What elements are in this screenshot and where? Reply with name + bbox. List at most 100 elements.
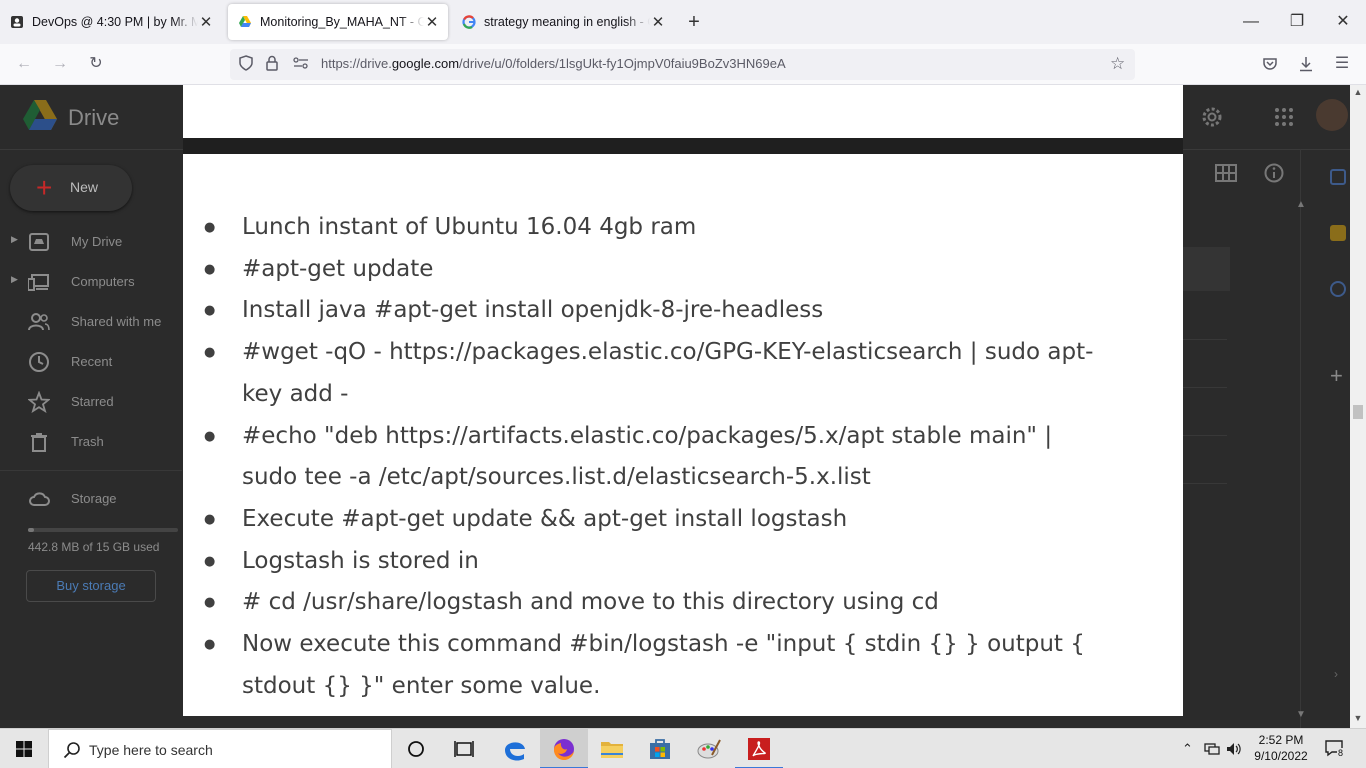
- forward-arrow-icon[interactable]: →: [48, 52, 72, 76]
- scroll-up-icon[interactable]: ▲: [1296, 199, 1306, 210]
- paint-icon[interactable]: [685, 729, 733, 768]
- tab-close-icon[interactable]: ✕: [198, 13, 214, 31]
- sidebar-item-shared-with-me[interactable]: Shared with me: [0, 302, 182, 342]
- task-view-icon[interactable]: [440, 729, 488, 768]
- tab-google-drive[interactable]: Monitoring_By_MAHA_NT - Google Drive ✕: [228, 4, 448, 40]
- slide-bullet: Execute #apt-get update && apt-get insta…: [183, 499, 1183, 541]
- add-addon-icon[interactable]: +: [1330, 363, 1343, 389]
- meeting-favicon-icon: [11, 16, 23, 28]
- permissions-icon[interactable]: [292, 55, 310, 74]
- url-text[interactable]: https://drive.google.com/drive/u/0/folde…: [321, 56, 786, 71]
- back-arrow-icon[interactable]: ←: [12, 52, 36, 76]
- sidebar-item-recent[interactable]: Recent: [0, 342, 182, 382]
- clock-icon: [29, 352, 49, 372]
- volume-icon[interactable]: [1226, 742, 1242, 756]
- clock-date: 9/10/2022: [1254, 749, 1308, 763]
- page-scrollbar[interactable]: ▲ ▼: [1350, 85, 1366, 728]
- reload-icon[interactable]: ↻: [84, 52, 108, 76]
- drive-app-name: Drive: [68, 105, 120, 130]
- slide-gap: [183, 138, 1183, 154]
- pocket-icon[interactable]: [1258, 52, 1282, 76]
- slide-preview: Lunch instant of Ubuntu 16.04 4gb ram #a…: [183, 154, 1183, 716]
- my-drive-icon: [29, 233, 49, 251]
- minimize-icon[interactable]: —: [1236, 8, 1266, 36]
- keep-icon[interactable]: [1330, 225, 1346, 241]
- tab-google-search[interactable]: strategy meaning in english - Google Sea…: [452, 0, 674, 44]
- slide-bullet: Install java #apt-get install openjdk-8-…: [183, 290, 1183, 332]
- scroll-down-icon[interactable]: ▼: [1296, 709, 1306, 720]
- bookmark-star-icon[interactable]: ☆: [1110, 54, 1125, 74]
- calendar-icon[interactable]: [1330, 169, 1346, 185]
- tab-devops[interactable]: DevOps @ 4:30 PM | by Mr. Maha ✕: [0, 0, 222, 44]
- slide-bullet: #wget -qO - https://packages.elastic.co/…: [183, 332, 1183, 415]
- search-placeholder: Type here to search: [89, 742, 213, 758]
- cortana-icon[interactable]: [392, 729, 440, 768]
- file-explorer-icon[interactable]: [588, 729, 636, 768]
- tab-title: strategy meaning in english - Google Sea…: [484, 15, 650, 29]
- sidebar-item-trash[interactable]: Trash: [0, 422, 182, 462]
- edge-browser-icon[interactable]: [491, 729, 539, 768]
- sidebar-item-computers[interactable]: ▶ Computers: [0, 262, 182, 302]
- sidebar-item-storage[interactable]: Storage: [0, 479, 182, 519]
- system-clock[interactable]: 2:52 PM 9/10/2022: [1246, 732, 1316, 764]
- buy-storage-button[interactable]: Buy storage: [26, 570, 156, 602]
- cloud-icon: [29, 492, 50, 506]
- app-menu-icon[interactable]: ☰: [1330, 52, 1354, 76]
- grid-view-icon[interactable]: [1214, 163, 1238, 183]
- slide-bullet: Now execute this command #bin/logstash -…: [183, 624, 1183, 707]
- avatar[interactable]: [1316, 99, 1348, 131]
- slide-bullet: #apt-get update: [183, 249, 1183, 291]
- scroll-up-arrow-icon[interactable]: ▲: [1350, 87, 1366, 97]
- scroll-down-arrow-icon[interactable]: ▼: [1350, 713, 1366, 723]
- tasks-icon[interactable]: [1330, 281, 1346, 297]
- computers-icon: [28, 274, 49, 291]
- clock-time: 2:52 PM: [1258, 733, 1304, 747]
- close-window-icon[interactable]: ✕: [1328, 8, 1358, 36]
- scrollbar-thumb[interactable]: [1353, 405, 1363, 419]
- settings-gear-icon[interactable]: [1200, 105, 1224, 129]
- url-path: /drive/u/0/folders/1lsgUkt-fy1OjmpV0faiu…: [459, 56, 786, 71]
- new-button[interactable]: + New: [10, 165, 132, 211]
- slide-bullet: # cd /usr/share/logstash and move to thi…: [183, 582, 1183, 624]
- selected-row: [1183, 247, 1230, 291]
- sidebar-item-label: Shared with me: [71, 314, 162, 329]
- network-icon[interactable]: [1204, 742, 1220, 756]
- lock-icon[interactable]: [265, 55, 279, 74]
- info-icon[interactable]: [1264, 163, 1284, 183]
- tab-close-icon[interactable]: ✕: [424, 13, 440, 31]
- downloads-icon[interactable]: [1294, 52, 1318, 76]
- plus-icon: +: [36, 172, 53, 203]
- expand-arrow-icon[interactable]: ▶: [11, 234, 18, 245]
- browser-tab-strip: DevOps @ 4:30 PM | by Mr. Maha ✕ Monitor…: [0, 0, 1366, 44]
- show-hidden-icons-icon[interactable]: ⌃: [1182, 741, 1193, 757]
- url-prefix: https://drive.: [321, 56, 392, 71]
- expand-arrow-icon[interactable]: ▶: [11, 274, 18, 285]
- sidebar-divider: [0, 470, 182, 471]
- microsoft-store-icon[interactable]: [636, 729, 684, 768]
- sidebar-item-label: Storage: [71, 491, 117, 506]
- sidebar-item-label: Starred: [71, 394, 114, 409]
- sidebar-item-starred[interactable]: Starred: [0, 382, 182, 422]
- sidebar-item-label: Trash: [71, 434, 104, 449]
- shield-icon[interactable]: [238, 55, 254, 74]
- storage-progress-bar: [28, 528, 178, 532]
- taskbar-search-box[interactable]: Type here to search: [48, 729, 392, 768]
- expand-panel-icon[interactable]: ›: [1334, 667, 1338, 681]
- tab-title: Monitoring_By_MAHA_NT - Google Drive: [260, 15, 424, 29]
- tab-close-icon[interactable]: ✕: [650, 13, 666, 31]
- address-bar[interactable]: https://drive.google.com/drive/u/0/folde…: [230, 49, 1135, 80]
- google-drive-favicon-icon: [239, 16, 251, 27]
- windows-logo-icon: [16, 741, 32, 757]
- row-divider: [1183, 387, 1227, 388]
- acrobat-reader-icon[interactable]: [735, 729, 783, 768]
- sidebar-item-label: Recent: [71, 354, 113, 369]
- start-button[interactable]: [0, 729, 48, 768]
- firefox-icon[interactable]: [540, 729, 588, 768]
- apps-grid-icon[interactable]: [1274, 107, 1294, 127]
- new-tab-button[interactable]: +: [682, 10, 706, 34]
- notification-center-icon[interactable]: 8: [1324, 739, 1346, 759]
- shared-icon: [28, 313, 50, 331]
- row-divider: [1183, 483, 1227, 484]
- sidebar-item-my-drive[interactable]: ▶ My Drive: [0, 222, 182, 262]
- restore-icon[interactable]: ❐: [1282, 8, 1312, 36]
